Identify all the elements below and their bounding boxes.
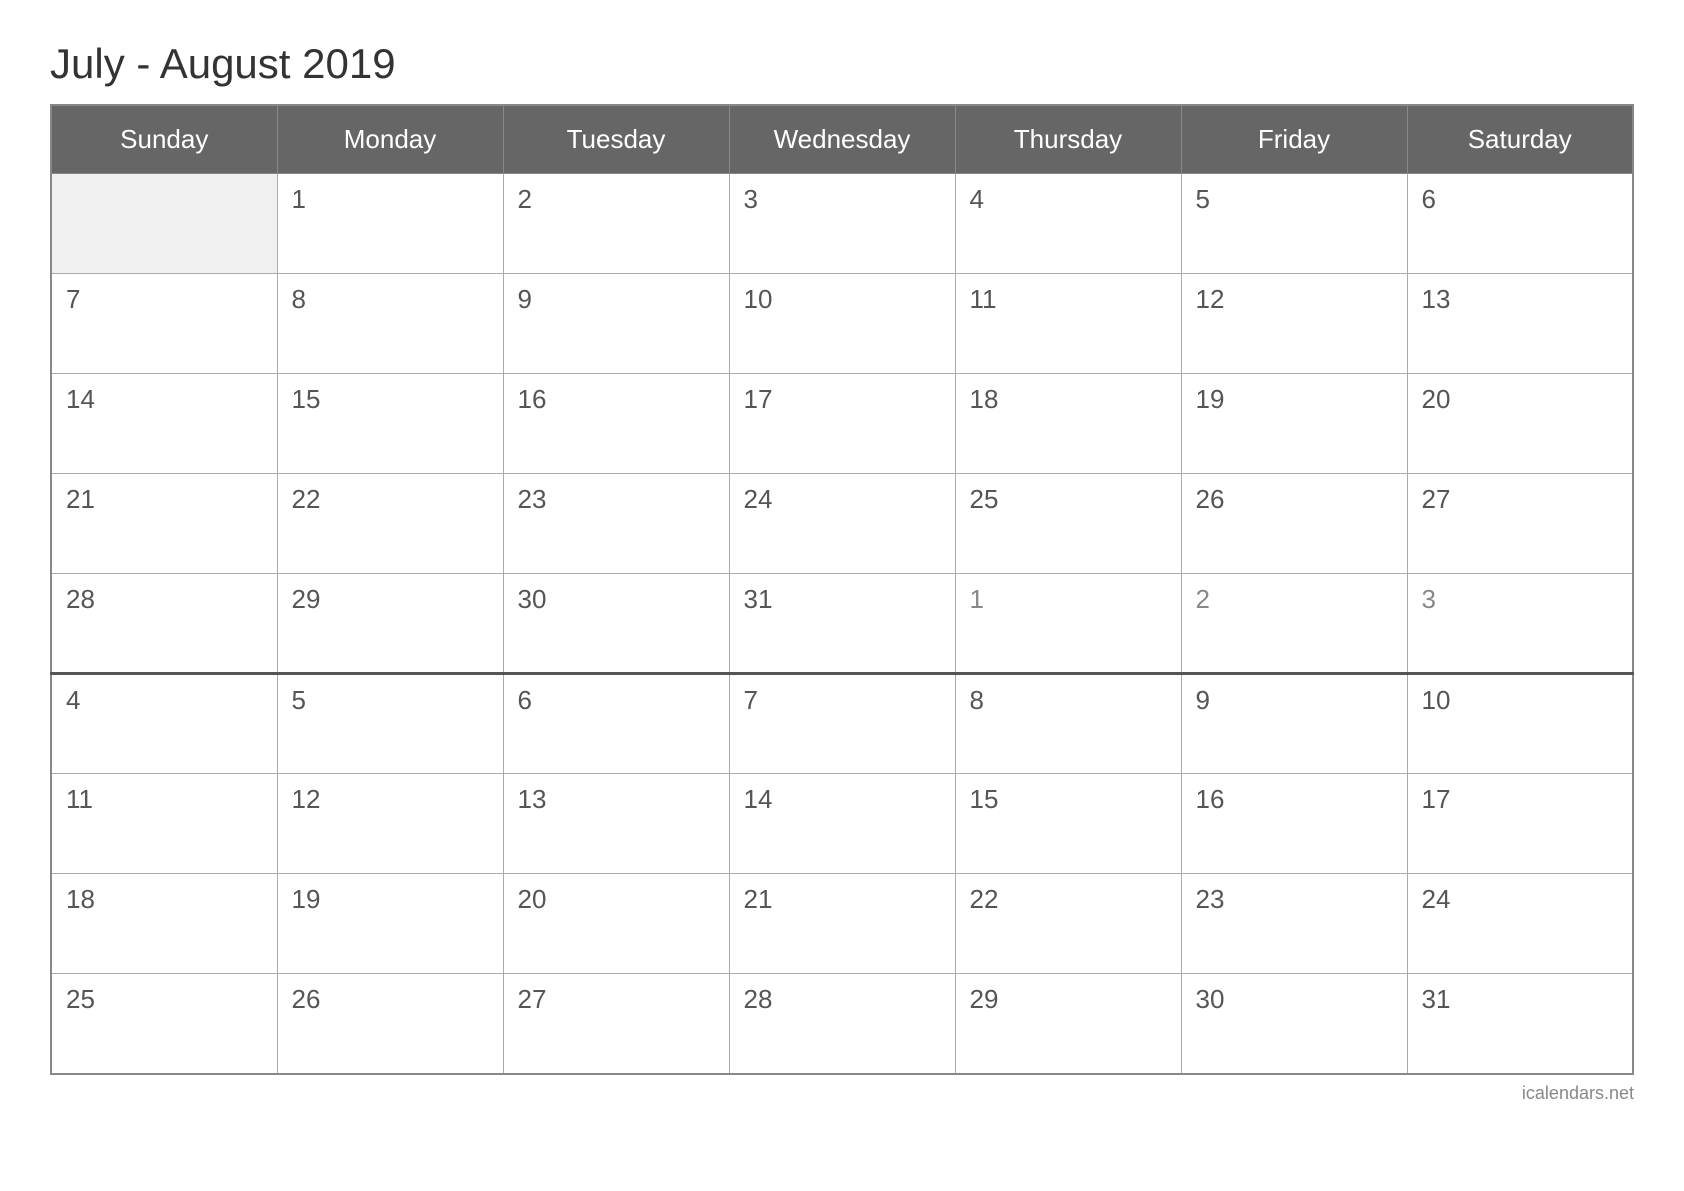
calendar-cell: 12: [277, 774, 503, 874]
week-row-2: 14151617181920: [51, 374, 1633, 474]
header-tuesday: Tuesday: [503, 105, 729, 174]
calendar-cell: 18: [51, 874, 277, 974]
week-row-1: 78910111213: [51, 274, 1633, 374]
week-row-3: 21222324252627: [51, 474, 1633, 574]
calendar-cell: 23: [503, 474, 729, 574]
week-row-0: 123456: [51, 174, 1633, 274]
calendar-cell: 10: [729, 274, 955, 374]
calendar-cell: 26: [1181, 474, 1407, 574]
calendar-cell: 22: [955, 874, 1181, 974]
calendar-cell: 2: [503, 174, 729, 274]
calendar-cell: 6: [503, 674, 729, 774]
calendar-cell: 30: [1181, 974, 1407, 1074]
calendar-cell: 19: [1181, 374, 1407, 474]
calendar-cell: 31: [729, 574, 955, 674]
header-wednesday: Wednesday: [729, 105, 955, 174]
week-row-5: 45678910: [51, 674, 1633, 774]
calendar-cell: 8: [955, 674, 1181, 774]
footer-text: icalendars.net: [50, 1083, 1634, 1104]
calendar-cell: 17: [1407, 774, 1633, 874]
calendar-cell: 5: [1181, 174, 1407, 274]
week-row-4: 28293031123: [51, 574, 1633, 674]
calendar-cell: 16: [1181, 774, 1407, 874]
calendar-cell: 20: [1407, 374, 1633, 474]
week-row-7: 18192021222324: [51, 874, 1633, 974]
week-row-8: 25262728293031: [51, 974, 1633, 1074]
calendar-cell: 29: [277, 574, 503, 674]
calendar-cell: 10: [1407, 674, 1633, 774]
calendar-cell: 1: [277, 174, 503, 274]
calendar-cell: 21: [729, 874, 955, 974]
calendar-cell: 3: [729, 174, 955, 274]
calendar-cell: 1: [955, 574, 1181, 674]
calendar-cell: 27: [1407, 474, 1633, 574]
calendar-table: SundayMondayTuesdayWednesdayThursdayFrid…: [50, 104, 1634, 1075]
calendar-cell: 7: [51, 274, 277, 374]
calendar-cell: 20: [503, 874, 729, 974]
calendar-cell: 31: [1407, 974, 1633, 1074]
calendar-cell: 9: [1181, 674, 1407, 774]
calendar-cell: 15: [955, 774, 1181, 874]
calendar-cell: 4: [51, 674, 277, 774]
calendar-cell: 29: [955, 974, 1181, 1074]
header-friday: Friday: [1181, 105, 1407, 174]
calendar-cell: 7: [729, 674, 955, 774]
calendar-cell: 12: [1181, 274, 1407, 374]
calendar-cell: 18: [955, 374, 1181, 474]
calendar-cell: 8: [277, 274, 503, 374]
calendar-cell: 13: [1407, 274, 1633, 374]
header-saturday: Saturday: [1407, 105, 1633, 174]
calendar-cell: 13: [503, 774, 729, 874]
calendar-cell: 22: [277, 474, 503, 574]
calendar-cell: 17: [729, 374, 955, 474]
header-monday: Monday: [277, 105, 503, 174]
calendar-cell: 6: [1407, 174, 1633, 274]
calendar-cell: 26: [277, 974, 503, 1074]
week-row-6: 11121314151617: [51, 774, 1633, 874]
calendar-cell: [51, 174, 277, 274]
calendar-cell: 25: [955, 474, 1181, 574]
header-row: SundayMondayTuesdayWednesdayThursdayFrid…: [51, 105, 1633, 174]
calendar-cell: 23: [1181, 874, 1407, 974]
calendar-cell: 21: [51, 474, 277, 574]
header-thursday: Thursday: [955, 105, 1181, 174]
calendar-cell: 5: [277, 674, 503, 774]
calendar-cell: 24: [1407, 874, 1633, 974]
calendar-cell: 14: [729, 774, 955, 874]
calendar-cell: 14: [51, 374, 277, 474]
calendar-cell: 16: [503, 374, 729, 474]
header-sunday: Sunday: [51, 105, 277, 174]
calendar-cell: 4: [955, 174, 1181, 274]
calendar-cell: 30: [503, 574, 729, 674]
page-title: July - August 2019: [50, 40, 396, 88]
calendar-cell: 24: [729, 474, 955, 574]
calendar-cell: 11: [51, 774, 277, 874]
calendar-cell: 19: [277, 874, 503, 974]
calendar-cell: 25: [51, 974, 277, 1074]
calendar-cell: 11: [955, 274, 1181, 374]
calendar-cell: 15: [277, 374, 503, 474]
calendar-cell: 28: [729, 974, 955, 1074]
calendar-cell: 27: [503, 974, 729, 1074]
calendar-cell: 9: [503, 274, 729, 374]
calendar-cell: 3: [1407, 574, 1633, 674]
calendar-cell: 2: [1181, 574, 1407, 674]
calendar-cell: 28: [51, 574, 277, 674]
